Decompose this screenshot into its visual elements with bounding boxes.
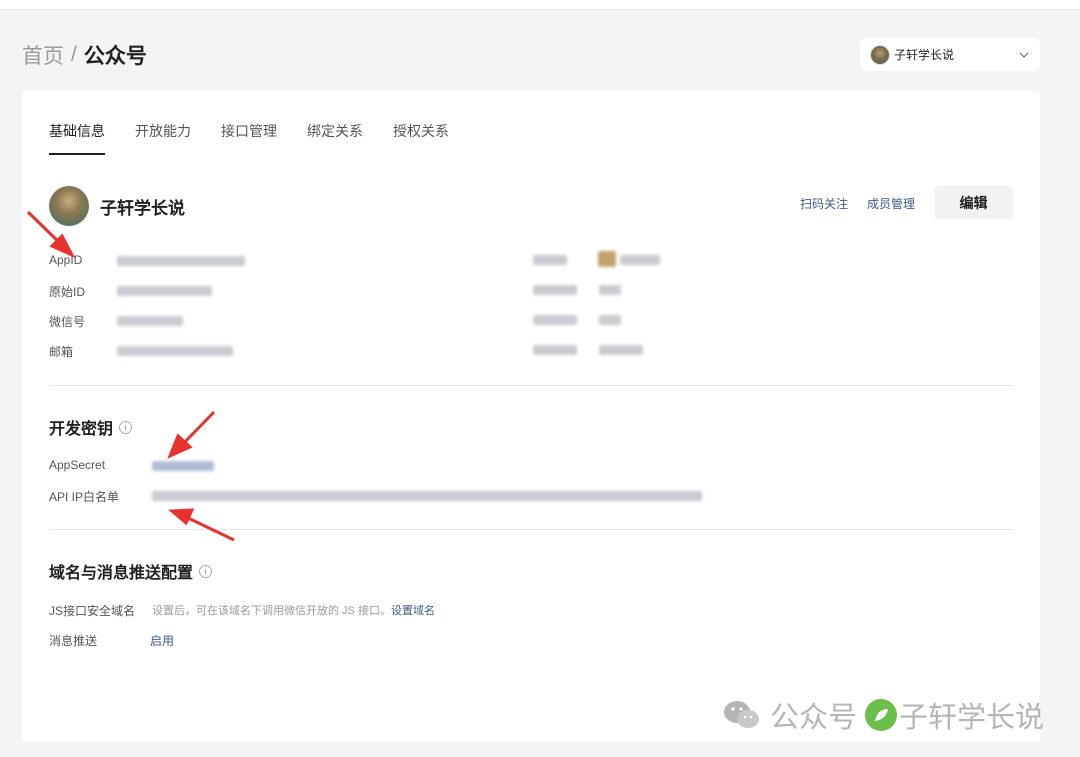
original-id-label: 原始ID	[49, 285, 86, 299]
tab-binding[interactable]: 绑定关系	[307, 121, 363, 155]
profile-header: 子轩学长说	[49, 186, 185, 226]
account-avatar	[870, 44, 890, 65]
leaf-icon	[865, 699, 898, 731]
scan-follow-link[interactable]: 扫码关注	[800, 195, 848, 212]
tab-authorization[interactable]: 授权关系	[393, 121, 449, 155]
right-label-redacted	[533, 315, 577, 325]
member-manage-link[interactable]: 成员管理	[867, 195, 915, 212]
tab-basic-info[interactable]: 基础信息	[49, 121, 105, 155]
chevron-down-icon	[1018, 49, 1030, 61]
info-icon[interactable]: i	[199, 564, 213, 578]
qr-thumbnail-redacted	[598, 251, 616, 267]
breadcrumb-home[interactable]: 首页	[22, 40, 64, 70]
info-icon[interactable]: i	[119, 420, 133, 434]
push-label: 消息推送	[49, 634, 98, 648]
avatar	[49, 186, 89, 226]
wechat-id-value-redacted	[117, 316, 183, 326]
profile-name: 子轩学长说	[100, 198, 185, 218]
tab-bar: 基础信息 开放能力 接口管理 绑定关系 授权关系	[49, 121, 479, 155]
edit-button[interactable]: 编辑	[934, 186, 1013, 219]
appid-value-redacted	[117, 256, 245, 266]
right-label-redacted	[533, 255, 567, 265]
right-label-redacted	[533, 285, 577, 295]
dev-key-title-text: 开发密钥	[49, 421, 114, 438]
main-card: 基础信息 开放能力 接口管理 绑定关系 授权关系 子轩学长说 扫码关注 成员管理…	[22, 91, 1040, 742]
right-value-redacted	[620, 255, 660, 265]
watermark-author: 子轩学长说	[899, 702, 1045, 734]
right-value-redacted	[599, 315, 621, 325]
domain-config-title: 域名与消息推送配置 i	[49, 559, 213, 583]
watermark-channel: 公众号	[770, 702, 858, 734]
top-bar	[0, 0, 1080, 10]
right-label-redacted	[533, 345, 577, 355]
domain-config-title-text: 域名与消息推送配置	[49, 565, 194, 582]
wechat-icon	[724, 701, 759, 728]
app-secret-value-redacted	[152, 461, 214, 471]
ip-whitelist-value-redacted	[152, 491, 702, 501]
email-value-redacted	[117, 346, 233, 356]
original-id-value-redacted	[117, 286, 212, 296]
enable-push-link[interactable]: 启用	[150, 632, 174, 649]
email-label: 邮箱	[49, 345, 74, 359]
right-value-redacted	[599, 345, 643, 355]
appid-label: AppID	[49, 253, 83, 267]
tab-api-management[interactable]: 接口管理	[221, 121, 277, 155]
set-domain-link[interactable]: 设置域名	[391, 605, 435, 617]
tab-open-capability[interactable]: 开放能力	[135, 121, 191, 155]
divider	[49, 529, 1013, 530]
wechat-id-label: 微信号	[49, 315, 86, 329]
app-secret-label: AppSecret	[49, 458, 106, 472]
ip-whitelist-label: API IP白名单	[49, 490, 120, 504]
divider	[49, 385, 1013, 386]
page-title: 公众号	[83, 45, 147, 68]
breadcrumb-separator: /	[71, 43, 77, 66]
watermark: 公众号 子轩学长说	[722, 694, 1044, 736]
right-value-redacted	[599, 285, 621, 295]
js-domain-label: JS接口安全域名	[49, 604, 136, 618]
account-name: 子轩学长说	[894, 48, 955, 62]
dev-key-title: 开发密钥 i	[49, 415, 133, 439]
breadcrumb: 首页 / 公众号	[22, 40, 147, 70]
account-selector[interactable]: 子轩学长说	[860, 38, 1040, 71]
js-domain-hint: 设置后，可在该域名下调用微信开放的 JS 接口。设置域名	[152, 602, 435, 618]
js-domain-hint-text: 设置后，可在该域名下调用微信开放的 JS 接口。	[152, 605, 391, 617]
